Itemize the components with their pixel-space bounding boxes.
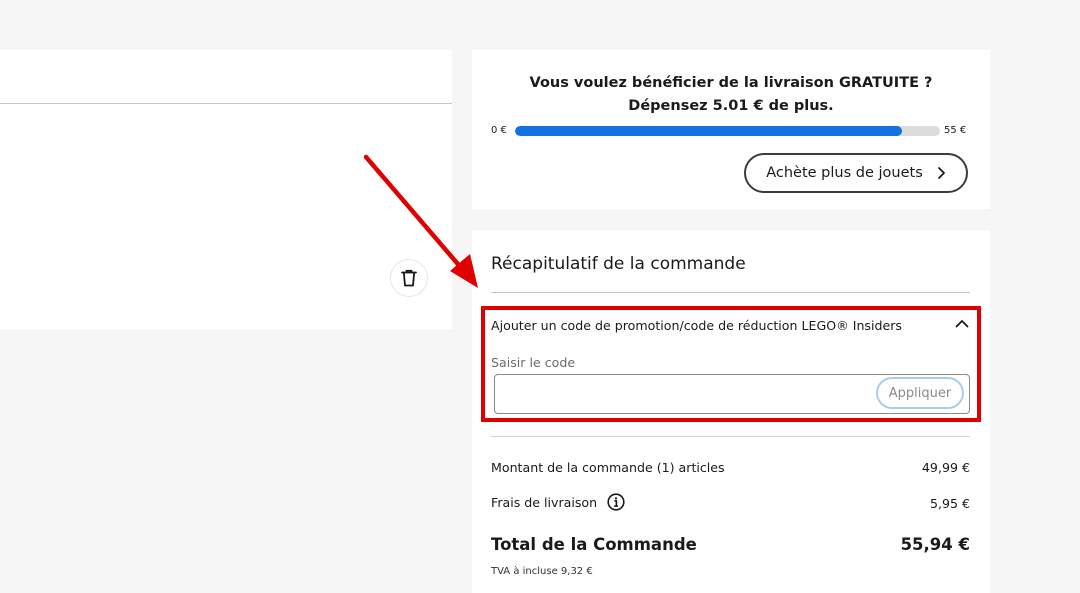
order-amount-label: Montant de la commande (1) articles [491, 460, 725, 475]
delete-item-button[interactable] [390, 259, 428, 297]
promo-code-toggle[interactable]: Ajouter un code de promotion/code de réd… [491, 318, 902, 333]
progress-fill [515, 126, 902, 136]
free-shipping-progress [515, 126, 940, 136]
shipping-fee-label: Frais de livraison [491, 494, 598, 510]
order-amount-value: 49,99 € [921, 460, 970, 475]
progress-min-label: 0 € [491, 125, 507, 136]
vat-note: TVA à incluse 9,32 € [491, 566, 593, 577]
summary-divider [491, 436, 970, 437]
cart-item-divider [0, 103, 452, 104]
trash-icon [401, 269, 417, 287]
shipping-fee-row: Frais de livraison [491, 493, 625, 511]
promo-code-label: Saisir le code [491, 355, 576, 370]
summary-divider [491, 292, 970, 293]
order-total-value: 55,94 € [900, 535, 970, 554]
progress-max-label: 55 € [944, 125, 967, 136]
order-summary-title: Récapitulatif de la commande [491, 254, 746, 274]
shop-more-label: Achète plus de jouets [766, 165, 923, 181]
chevron-up-icon[interactable] [955, 319, 969, 328]
shop-more-button[interactable]: Achète plus de jouets [744, 153, 968, 193]
shipping-fee-value: 5,95 € [929, 496, 970, 511]
apply-promo-button[interactable]: Appliquer [876, 377, 964, 409]
order-total-label: Total de la Commande [491, 535, 697, 554]
chevron-right-icon [937, 167, 945, 179]
free-shipping-card: Vous voulez bénéficier de la livraison G… [472, 50, 990, 209]
info-icon[interactable] [607, 493, 625, 511]
cart-item-card [0, 50, 452, 329]
free-shipping-message: Vous voulez bénéficier de la livraison G… [529, 75, 933, 114]
